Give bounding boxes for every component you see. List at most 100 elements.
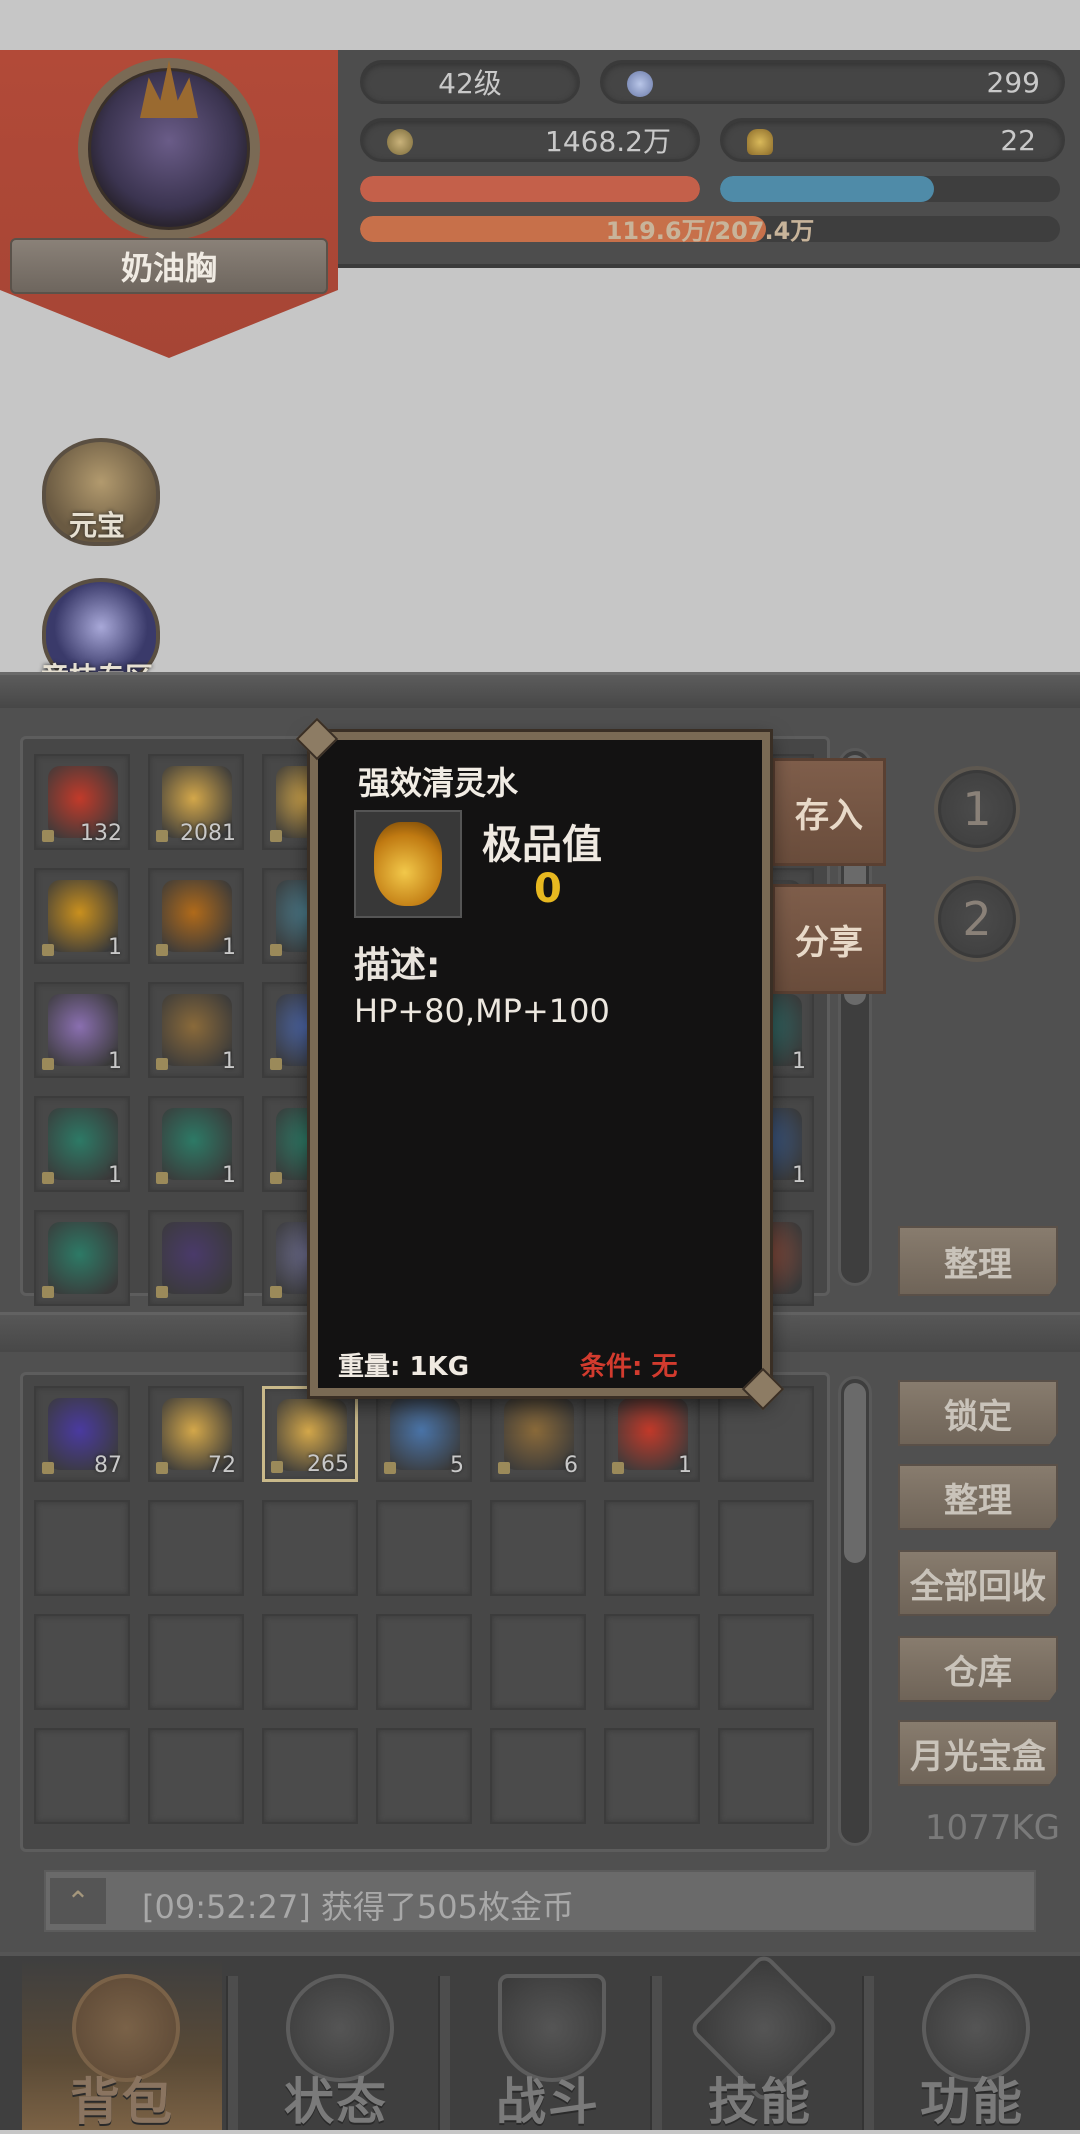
tab-status-label: 状态 [284, 2073, 388, 2131]
bag-slot[interactable]: 5 [376, 1386, 472, 1482]
tab-status[interactable]: 状态 [236, 1960, 436, 2131]
bag-slot[interactable] [148, 1728, 244, 1824]
lock-icon [156, 1058, 168, 1070]
mp-bar-fill [720, 176, 935, 202]
equipment-slot[interactable]: 132 [34, 754, 130, 850]
tooltip-grade-value: 0 [534, 866, 562, 912]
item-tooltip: 强效清灵水 极品值 0 描述: HP+80,MP+100 重量: 1KG 条件:… [295, 717, 785, 1411]
bag-slot[interactable] [604, 1728, 700, 1824]
lock-icon [42, 1286, 54, 1298]
tab-functions[interactable]: 功能 [872, 1960, 1072, 2131]
tab-bag-label: 背包 [70, 2073, 174, 2131]
tooltip-item-icon [354, 810, 462, 918]
item-quantity: 1 [792, 1049, 806, 1074]
item-quantity: 1 [222, 935, 236, 960]
gold-counter[interactable]: 1468.2万 [360, 118, 700, 162]
bag-slot[interactable] [262, 1614, 358, 1710]
tab-skills[interactable]: 技能 [660, 1951, 860, 2131]
lock-icon [156, 1462, 168, 1474]
bag-slot[interactable]: 1 [604, 1386, 700, 1482]
lock-icon [270, 944, 282, 956]
item-quantity: 5 [450, 1453, 464, 1478]
equipment-slot[interactable] [148, 1210, 244, 1306]
lock-icon [42, 1172, 54, 1184]
panel-top-trim [0, 672, 1080, 708]
share-button[interactable]: 分享 [772, 884, 886, 994]
item-quantity: 1 [108, 935, 122, 960]
bag-slot[interactable] [148, 1500, 244, 1596]
bag-slot[interactable] [34, 1728, 130, 1824]
bag-scroll-thumb[interactable] [844, 1383, 866, 1563]
lock-icon [42, 830, 54, 842]
bag-slot[interactable] [490, 1728, 586, 1824]
bag-page-2[interactable]: 2 [934, 876, 1020, 962]
bag-slot[interactable] [490, 1614, 586, 1710]
bag-page-1[interactable]: 1 [934, 766, 1020, 852]
equipment-slot[interactable]: 1 [148, 982, 244, 1078]
bag-slot[interactable] [376, 1614, 472, 1710]
equipment-slot[interactable] [34, 1210, 130, 1306]
gem-counter[interactable]: 299 [600, 60, 1065, 104]
lock-icon [156, 1172, 168, 1184]
lock-icon [498, 1462, 510, 1474]
log-message: [09:52:27] 获得了505枚金币 [142, 1888, 574, 1926]
lock-icon [270, 1172, 282, 1184]
item-quantity: 6 [564, 1453, 578, 1478]
equipment-slot[interactable]: 1 [34, 868, 130, 964]
bag-slot[interactable] [604, 1614, 700, 1710]
bag-slot[interactable] [604, 1500, 700, 1596]
ingot-counter[interactable]: 22 [720, 118, 1065, 162]
sort-bag-button[interactable]: 整理 [898, 1464, 1058, 1530]
equipment-slot[interactable]: 1 [148, 1096, 244, 1192]
tab-bag[interactable]: 背包 [22, 1960, 222, 2131]
equipment-slot[interactable]: 1 [148, 868, 244, 964]
lock-icon [270, 830, 282, 842]
recycle-all-button[interactable]: 全部回收 [898, 1550, 1058, 1616]
lock-icon [156, 1286, 168, 1298]
item-quantity: 1 [222, 1163, 236, 1188]
bag-slot[interactable] [718, 1614, 814, 1710]
bag-slot[interactable] [148, 1614, 244, 1710]
potion-icon [374, 822, 442, 906]
ingot-count: 22 [1000, 123, 1036, 157]
bag-slot[interactable] [376, 1500, 472, 1596]
item-icon [162, 1222, 232, 1294]
lock-icon [271, 1461, 283, 1473]
bag-slot[interactable] [34, 1500, 130, 1596]
equipment-slot[interactable]: 1 [34, 982, 130, 1078]
bag-scrollbar[interactable] [838, 1376, 872, 1846]
bag-slot[interactable]: 72 [148, 1386, 244, 1482]
tab-battle[interactable]: 战斗 [448, 1960, 648, 2131]
lock-button[interactable]: 锁定 [898, 1380, 1058, 1446]
bag-slot[interactable] [34, 1614, 130, 1710]
equipment-slot[interactable]: 1 [34, 1096, 130, 1192]
bag-slot[interactable]: 6 [490, 1386, 586, 1482]
tab-battle-label: 战斗 [496, 2073, 600, 2131]
equipment-slot[interactable]: 2081 [148, 754, 244, 850]
lock-icon [270, 1286, 282, 1298]
store-button[interactable]: 存入 [772, 758, 886, 866]
bag-slot[interactable]: 265 [262, 1386, 358, 1482]
warehouse-button[interactable]: 仓库 [898, 1636, 1058, 1702]
bag-slot[interactable] [376, 1728, 472, 1824]
sort-equipment-button[interactable]: 整理 [898, 1226, 1058, 1296]
tooltip-grade-label: 极品值 [482, 822, 602, 868]
level-text: 42级 [438, 67, 502, 100]
chevron-up-icon[interactable]: ⌃ [50, 1878, 106, 1924]
lock-icon [42, 944, 54, 956]
item-icon [48, 1222, 118, 1294]
bag-slot[interactable] [262, 1500, 358, 1596]
bag-slot[interactable]: 87 [34, 1386, 130, 1482]
moonlight-box-button[interactable]: 月光宝盒 [898, 1720, 1058, 1786]
bag-slot[interactable] [718, 1728, 814, 1824]
lock-icon [612, 1462, 624, 1474]
ingot-shop-button[interactable]: 元宝 [32, 438, 160, 548]
tooltip-desc-label: 描述: [354, 945, 441, 986]
item-quantity: 1 [792, 1163, 806, 1188]
bag-slot[interactable] [490, 1500, 586, 1596]
exp-text: 119.6万/207.4万 [605, 216, 815, 245]
arena-button[interactable]: 竞技专区 [32, 578, 160, 672]
gem-icon [627, 71, 653, 97]
bag-slot[interactable] [262, 1728, 358, 1824]
bag-slot[interactable] [718, 1500, 814, 1596]
